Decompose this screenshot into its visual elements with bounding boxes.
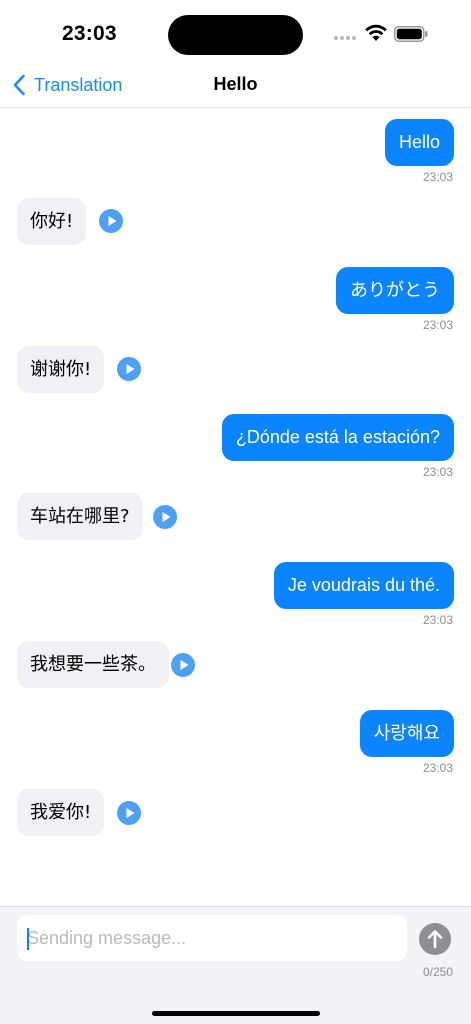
outgoing-message-bubble[interactable]: Hello [384,119,454,166]
wifi-icon [365,24,387,41]
play-audio-button[interactable] [117,801,141,825]
translation-bubble[interactable]: 我想要一些茶。 [17,641,169,688]
translation-bubble[interactable]: 我爱你! [17,789,105,836]
text-cursor [27,928,29,950]
play-icon [162,512,171,522]
page-title: Hello [213,74,258,94]
outgoing-message-bubble[interactable]: 사랑해요 [359,710,454,757]
message-composer: 0/250 [0,906,471,1024]
character-counter: 0/250 [422,965,453,979]
message-timestamp: 23:03 [422,465,453,479]
play-icon [108,216,117,226]
send-button[interactable] [419,923,451,955]
message-timestamp: 23:03 [422,761,453,775]
battery-icon [394,26,428,42]
play-icon [126,808,135,818]
arrow-up-icon [427,930,443,949]
status-time: 23:03 [62,22,117,45]
status-bar: 23:03 [0,0,471,64]
navigation-bar: Translation Hello [0,64,471,108]
message-timestamp: 23:03 [422,318,453,332]
dynamic-island [168,15,303,55]
signal-dots-icon [334,36,356,40]
message-timestamp: 23:03 [422,613,453,627]
play-audio-button[interactable] [99,209,123,233]
translation-bubble[interactable]: 你好! [17,198,87,245]
play-audio-button[interactable] [153,505,177,529]
play-audio-button[interactable] [171,653,195,677]
message-timestamp: 23:03 [422,170,453,184]
translation-bubble[interactable]: 车站在哪里? [17,493,143,540]
message-input[interactable] [17,915,407,961]
play-audio-button[interactable] [117,357,141,381]
outgoing-message-bubble[interactable]: ありがとう [336,267,454,314]
translation-bubble[interactable]: 谢谢你! [17,346,105,393]
play-icon [180,660,189,670]
home-indicator[interactable] [152,1011,320,1016]
outgoing-message-bubble[interactable]: Je voudrais du thé. [273,562,454,609]
play-icon [126,364,135,374]
outgoing-message-bubble[interactable]: ¿Dónde está la estación? [221,414,454,461]
